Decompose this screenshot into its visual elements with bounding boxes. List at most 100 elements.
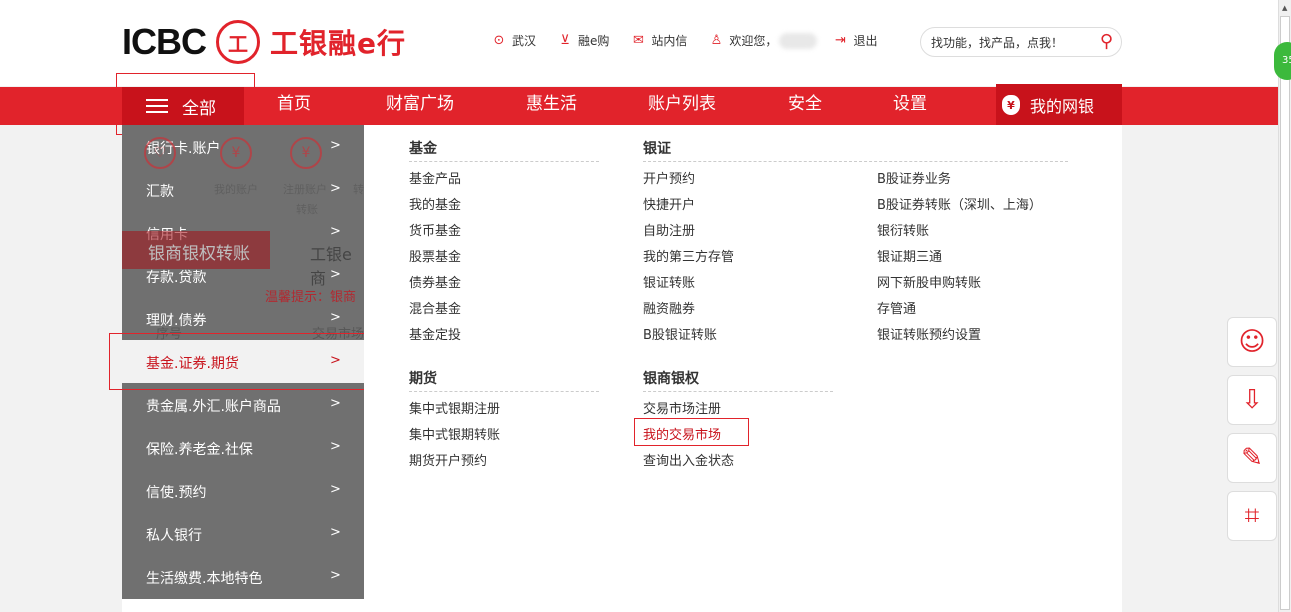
link-quick-open[interactable]: 快捷开户 <box>643 194 695 213</box>
link-fund-sip[interactable]: 基金定投 <box>409 324 461 343</box>
bg-tab-active: 银商银权转账 <box>122 231 270 269</box>
nav-item-accounts[interactable]: 账户列表 <box>648 87 716 125</box>
link-market-register[interactable]: 交易市场注册 <box>643 398 721 417</box>
link-money-fund[interactable]: 货币基金 <box>409 220 461 239</box>
link-deposit-status[interactable]: 查询出入金状态 <box>643 450 734 469</box>
link-fund-products[interactable]: 基金产品 <box>409 168 461 187</box>
group-title-futures: 期货 <box>409 371 437 387</box>
menu-item-label: 生活缴费.本地特色 <box>146 571 263 587</box>
scan-icon[interactable]: ⌗ <box>1227 491 1277 541</box>
chevron-right-icon: > <box>330 439 341 454</box>
nav-item-wealth[interactable]: 财富广场 <box>386 87 454 125</box>
my-bank-button[interactable]: ¥ 我的网银 <box>996 84 1122 125</box>
shop-link[interactable]: ⊻ 融e购 <box>558 32 609 49</box>
search-input[interactable] <box>931 33 1081 53</box>
logout-label: 退出 <box>853 34 878 48</box>
link-my-fund[interactable]: 我的基金 <box>409 194 461 213</box>
logo-brand-text: 工银融e行 <box>270 27 406 60</box>
bg-transfer-cut-label: 转 <box>353 183 364 196</box>
link-account-booking[interactable]: 开户预约 <box>643 168 695 187</box>
bg-register-label: 注册账户 <box>283 183 327 196</box>
chevron-right-icon: > <box>330 396 341 411</box>
group-title-bank-trade: 银商银权 <box>643 371 699 387</box>
link-b-share-securities-transfer[interactable]: B股证券转账（深圳、上海） <box>877 194 1042 213</box>
link-b-share-business[interactable]: B股证券业务 <box>877 168 951 187</box>
bg-transfer-label: 转账 <box>296 203 318 216</box>
page: ICBC 工 工银融e行 ⊙ 武汉 ⊻ 融e购 ✉ 站内信 ♙ 欢迎您， ⇥ 退… <box>0 0 1291 612</box>
nav-item-life[interactable]: 惠生活 <box>526 87 577 125</box>
background-page-fragments: ♡ ¥ ¥ 我的账户 注册账户 转账 转 银商银权转账 工银e商 温馨提示：银商… <box>122 125 364 345</box>
bg-warning: 温馨提示：银商 <box>265 290 357 305</box>
icbc-mark-icon: 工 <box>216 20 260 64</box>
menu-item-label: 保险.养老金.社保 <box>146 442 253 458</box>
bg-tab-active-label: 银商银权转账 <box>148 244 250 264</box>
menu-item-label: 信使.预约 <box>146 485 207 501</box>
menu-item-label: 私人银行 <box>146 528 202 544</box>
link-margin-trading[interactable]: 融资融券 <box>643 298 695 317</box>
logo[interactable]: ICBC 工 工银融e行 <box>122 20 406 64</box>
link-derivatives-transfer[interactable]: 银衍转账 <box>877 220 929 239</box>
link-mixed-fund[interactable]: 混合基金 <box>409 298 461 317</box>
link-ipo-transfer[interactable]: 网下新股申购转账 <box>877 272 981 291</box>
divider <box>409 391 599 392</box>
nav-item-security[interactable]: 安全 <box>788 87 822 125</box>
location-link[interactable]: ⊙ 武汉 <box>492 32 536 49</box>
my-bank-label: 我的网银 <box>1030 96 1095 116</box>
cart-icon: ⊻ <box>560 32 570 48</box>
logout-icon: ⇥ <box>834 32 846 48</box>
link-third-party-custody[interactable]: 我的第三方存管 <box>643 246 734 265</box>
link-three-way[interactable]: 银证期三通 <box>877 246 942 265</box>
blurred-username <box>779 32 818 49</box>
link-self-register[interactable]: 自助注册 <box>643 220 695 239</box>
scrollbar[interactable]: ▲ <box>1278 0 1291 612</box>
link-bank-securities-transfer[interactable]: 银证转账 <box>643 272 695 291</box>
yuan-icon: ¥ <box>220 137 252 169</box>
nav-item-home[interactable]: 首页 <box>277 87 311 125</box>
link-b-share-transfer[interactable]: B股银证转账 <box>643 324 717 343</box>
side-tools: ☺ ⇩ ✎ ⌗ <box>1227 317 1277 549</box>
notification-badge[interactable]: 35 <box>1274 42 1291 80</box>
link-custody-link[interactable]: 存管通 <box>877 298 916 317</box>
search-box: ⚲ <box>920 27 1122 57</box>
divider <box>643 391 833 392</box>
link-bond-fund[interactable]: 债券基金 <box>409 272 461 291</box>
menu-item-life-payment[interactable]: 生活缴费.本地特色 > <box>122 555 364 598</box>
highlight-box-fund <box>109 333 385 390</box>
mail-icon: ✉ <box>632 32 644 48</box>
headset-icon[interactable]: ☺ <box>1227 317 1277 367</box>
link-futures-register[interactable]: 集中式银期注册 <box>409 398 500 417</box>
link-futures-account-booking[interactable]: 期货开户预约 <box>409 450 487 469</box>
location-label: 武汉 <box>512 34 537 48</box>
shop-label: 融e购 <box>578 34 610 48</box>
message-link[interactable]: ✉ 站内信 <box>631 32 687 49</box>
nav-item-settings[interactable]: 设置 <box>893 87 927 125</box>
logo-icbc-text: ICBC <box>122 21 207 62</box>
welcome-user: ♙ 欢迎您， <box>709 32 818 49</box>
top-links: ⊙ 武汉 ⊻ 融e购 ✉ 站内信 ♙ 欢迎您， ⇥ 退出 <box>492 32 899 49</box>
scroll-up-icon[interactable]: ▲ <box>1282 4 1287 12</box>
link-transfer-booking-settings[interactable]: 银证转账预约设置 <box>877 324 981 343</box>
group-title-securities: 银证 <box>643 141 671 157</box>
scroll-thumb[interactable] <box>1280 16 1290 610</box>
menu-item-messenger-booking[interactable]: 信使.预约 > <box>122 469 364 512</box>
content-bottom <box>122 599 1122 612</box>
chevron-right-icon: > <box>330 525 341 540</box>
logout-link[interactable]: ⇥ 退出 <box>833 32 877 49</box>
user-icon: ♙ <box>710 32 723 48</box>
bg-my-account-label: 我的账户 <box>214 183 258 196</box>
chevron-right-icon: > <box>330 568 341 583</box>
menu-item-private-banking[interactable]: 私人银行 > <box>122 512 364 555</box>
location-icon: ⊙ <box>493 32 505 48</box>
sign-icon[interactable]: ✎ <box>1227 433 1277 483</box>
search-icon[interactable]: ⚲ <box>1100 31 1113 52</box>
download-icon[interactable]: ⇩ <box>1227 375 1277 425</box>
money-bag-icon: ¥ <box>1002 94 1020 115</box>
group-title-fund: 基金 <box>409 141 437 157</box>
link-futures-transfer[interactable]: 集中式银期转账 <box>409 424 500 443</box>
link-stock-fund[interactable]: 股票基金 <box>409 246 461 265</box>
divider <box>409 161 599 162</box>
menu-item-label: 贵金属.外汇.账户商品 <box>146 399 281 415</box>
bg-tab-other: 工银e商 <box>310 245 352 288</box>
heart-icon: ♡ <box>144 137 176 169</box>
menu-item-insurance-pension[interactable]: 保险.养老金.社保 > <box>122 426 364 469</box>
